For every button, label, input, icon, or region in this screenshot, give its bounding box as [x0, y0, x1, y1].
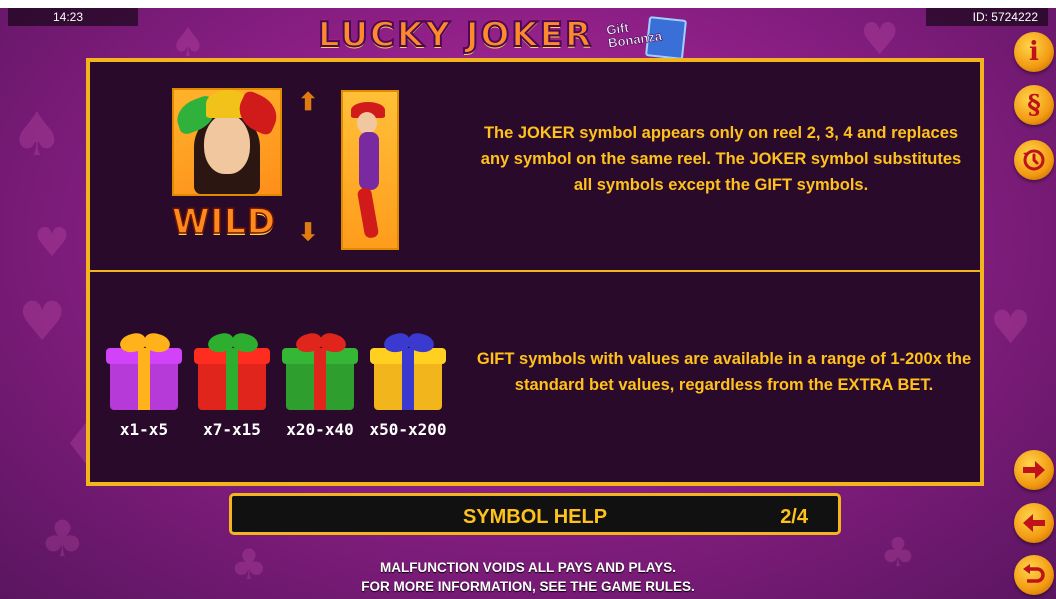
arrow-up-icon: ⬆ — [298, 89, 319, 116]
wild-description: The JOKER symbol appears only on reel 2,… — [480, 124, 962, 194]
wild-symbol-panel: WILD ⬆ ⬇ The JOKER symbol appears only o… — [86, 58, 984, 272]
gift-multiplier-label: x50-x200 — [369, 420, 447, 439]
wild-label: WILD — [171, 201, 277, 243]
gift-box-icon — [282, 330, 358, 412]
clock: 14:23 — [8, 8, 138, 26]
game-logo: LUCKY JOKER Gift Bonanza — [317, 12, 688, 60]
disclaimer-line1: MALFUNCTION VOIDS ALL PAYS AND PLAYS. — [379, 560, 677, 575]
gift-multiplier-label: x1-x5 — [119, 420, 169, 439]
gift-multiplier-label: x7-x15 — [203, 420, 261, 439]
rules-icon: § — [1027, 90, 1041, 120]
disclaimer-line2: FOR MORE INFORMATION, SEE THE GAME RULES… — [361, 579, 695, 594]
gift-symbol-panel: x1-x5 x7-x15 x20-x40 x50-x200 GIFT symbols … — [86, 270, 984, 486]
gift-multiplier-label: x20-x40 — [286, 420, 354, 439]
gift-box-icon — [106, 330, 182, 412]
history-button[interactable] — [1014, 140, 1054, 180]
logo-gift-bonanza: Gift Bonanza — [605, 14, 688, 60]
logo-title: LUCKY JOKER — [317, 14, 594, 56]
gift-box-icon — [370, 330, 446, 412]
arrow-right-icon — [1023, 461, 1045, 479]
arrow-down-icon: ⬇ — [298, 219, 319, 246]
joker-wild-symbol — [172, 88, 282, 196]
disclaimer: MALFUNCTION VOIDS ALL PAYS AND PLAYS. FO… — [0, 558, 1056, 596]
info-button[interactable]: i — [1014, 32, 1054, 72]
arrow-left-icon — [1023, 514, 1045, 532]
prev-page-button[interactable] — [1014, 503, 1054, 543]
gift-description: GIFT symbols with values are available i… — [476, 350, 972, 394]
gift-box-icon — [194, 330, 270, 412]
rules-button[interactable]: § — [1014, 85, 1054, 125]
next-page-button[interactable] — [1014, 450, 1054, 490]
info-icon: i — [1029, 37, 1039, 67]
page-title: SYMBOL HELP — [462, 506, 608, 528]
page-indicator-bar: SYMBOL HELP 2/4 — [229, 493, 841, 535]
joker-expanded-symbol — [341, 90, 399, 250]
page-number: 2/4 — [780, 506, 808, 528]
game-id: ID: 5724222 — [926, 8, 1048, 26]
history-icon — [1023, 149, 1045, 171]
